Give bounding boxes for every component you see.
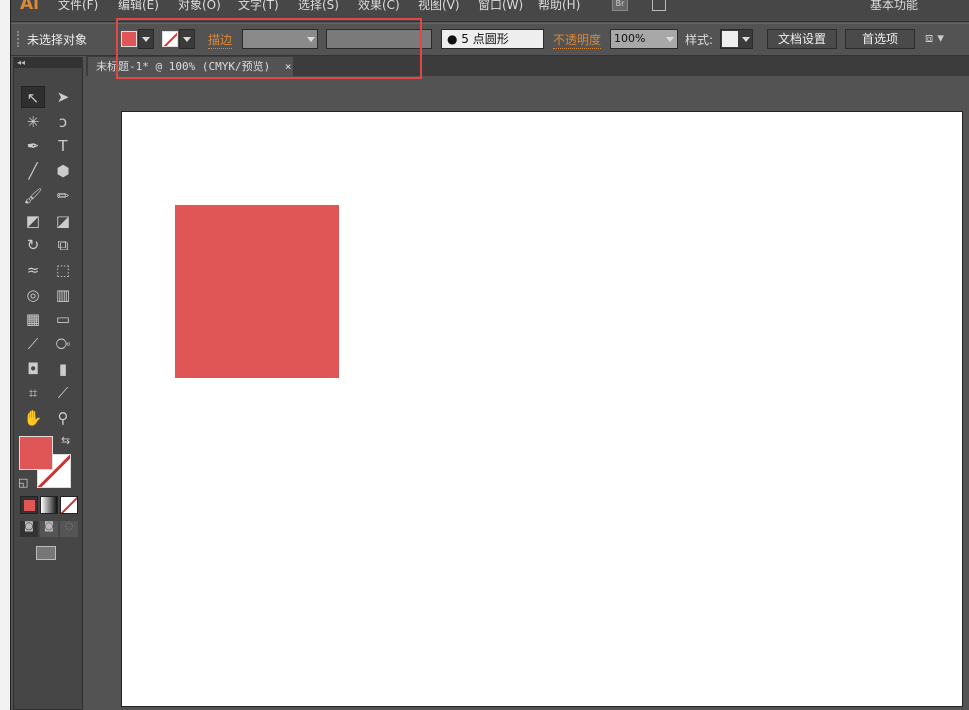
free-transform-tool-icon[interactable]: ⬚	[51, 259, 75, 281]
menu-view[interactable]: 视图(V)	[418, 0, 460, 13]
line-tool-icon[interactable]: ╱	[21, 160, 45, 182]
artboard-tool-icon[interactable]: ⌗	[21, 382, 45, 404]
mesh-tool-icon[interactable]: ▦	[21, 308, 45, 330]
draw-inside-icon[interactable]: ◌	[60, 521, 78, 537]
color-mode-button[interactable]	[20, 496, 38, 514]
symbol-sprayer-tool-icon[interactable]: ◘	[21, 358, 45, 380]
rotate-tool-icon[interactable]: ↻	[21, 234, 45, 256]
eyedropper-tool-icon[interactable]: ⟋	[21, 333, 45, 355]
menu-select[interactable]: 选择(S)	[298, 0, 339, 13]
gradient-mode-button[interactable]	[40, 496, 58, 514]
column-graph-tool-icon[interactable]: ▮	[51, 358, 75, 380]
screen-mode-icon[interactable]	[36, 546, 56, 560]
brush-definition-dropdown[interactable]: ● 5 点圆形	[441, 29, 544, 49]
lasso-tool-icon[interactable]: ↄ	[51, 111, 75, 133]
artboard[interactable]	[121, 111, 963, 707]
menu-type[interactable]: 文字(T)	[238, 0, 279, 13]
shape-builder-tool-icon[interactable]: ◎	[21, 284, 45, 306]
menu-object[interactable]: 对象(O)	[178, 0, 221, 13]
opacity-label[interactable]: 不透明度	[553, 31, 602, 49]
red-rectangle[interactable]	[175, 205, 339, 378]
default-colors-icon[interactable]: ◱	[18, 476, 28, 489]
background-window-strip	[0, 0, 11, 710]
draw-behind-icon[interactable]: ◙	[40, 521, 58, 537]
selection-tool-icon[interactable]: ↖	[21, 86, 45, 108]
selection-status: 未选择对象	[27, 33, 88, 47]
graphic-style-dropdown[interactable]	[720, 29, 753, 49]
brush-value: 5 点圆形	[461, 32, 509, 46]
menu-window[interactable]: 窗口(W)	[478, 0, 523, 13]
fill-color-box[interactable]	[19, 436, 53, 470]
preferences-button[interactable]: 首选项	[845, 29, 915, 49]
workspace-switcher[interactable]: 基本功能	[870, 0, 918, 13]
draw-normal-icon[interactable]: ◙	[20, 521, 38, 537]
paintbrush-tool-icon[interactable]: 🖌	[21, 185, 45, 207]
type-tool-icon[interactable]: T	[51, 135, 75, 157]
none-mode-button[interactable]	[60, 496, 78, 514]
scale-tool-icon[interactable]: ⧉	[51, 234, 75, 256]
slice-tool-icon[interactable]: ⟋	[51, 382, 75, 404]
menu-file[interactable]: 文件(F)	[58, 0, 98, 13]
highlight-annotation-box	[116, 18, 422, 79]
hand-tool-icon[interactable]: ✋	[21, 407, 45, 429]
app-logo: Ai	[20, 0, 39, 14]
canvas-edge	[963, 76, 969, 710]
pen-tool-icon[interactable]: ✒	[21, 135, 45, 157]
arrange-documents-icon[interactable]	[652, 0, 666, 11]
graph-tool-icon[interactable]: ▥	[51, 284, 75, 306]
direct-selection-tool-icon[interactable]: ➤	[51, 86, 75, 108]
panel-menu-icon[interactable]: ⧈ ▾	[925, 31, 944, 46]
bridge-button[interactable]: Br	[612, 0, 628, 11]
tools-panel-collapse[interactable]: ◂◂	[13, 57, 83, 68]
document-setup-button[interactable]: 文档设置	[767, 29, 837, 49]
pencil-tool-icon[interactable]: ✏	[51, 185, 75, 207]
shape-tool-icon[interactable]: ⬢	[51, 160, 75, 182]
menu-help[interactable]: 帮助(H)	[538, 0, 580, 13]
panel-grip[interactable]	[17, 31, 19, 47]
eraser-tool-icon[interactable]: ◪	[51, 210, 75, 232]
menu-effect[interactable]: 效果(C)	[358, 0, 400, 13]
warp-tool-icon[interactable]: ≈	[21, 259, 45, 281]
gradient-tool-icon[interactable]: ▭	[51, 308, 75, 330]
style-label: 样式:	[685, 33, 714, 47]
menu-edit[interactable]: 编辑(E)	[118, 0, 159, 13]
blob-brush-tool-icon[interactable]: ◩	[21, 210, 45, 232]
swap-colors-icon[interactable]: ⇆	[61, 434, 70, 447]
magic-wand-tool-icon[interactable]: ✳	[21, 111, 45, 133]
blend-tool-icon[interactable]: ⧂	[51, 333, 75, 355]
zoom-tool-icon[interactable]: ⚲	[51, 407, 75, 429]
